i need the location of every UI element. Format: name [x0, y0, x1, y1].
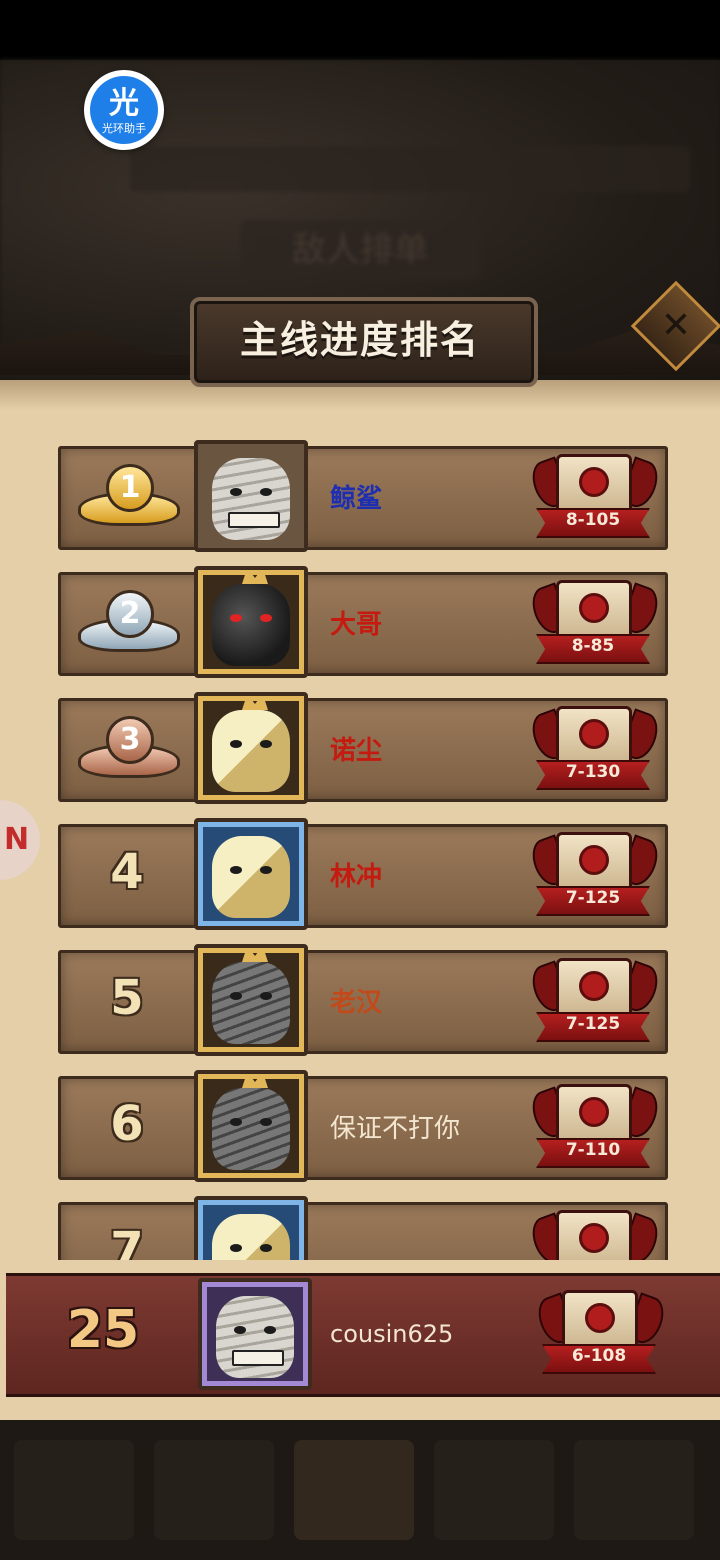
- assistant-logo-glyph: 光: [109, 86, 139, 121]
- ranking-list[interactable]: 1 鲸鲨 8-105 2 大哥 8-85 3 诺尘 7-130 4 林冲 7-125 5 老汉 7-125 6…: [50, 440, 680, 1260]
- crown-icon: [242, 570, 268, 584]
- player-avatar[interactable]: [194, 440, 308, 552]
- nav-tab-1[interactable]: [14, 1440, 134, 1540]
- self-rank-bar: 25 cousin625 6-108: [6, 1273, 720, 1397]
- rank-number: 2: [106, 590, 154, 638]
- leaderboard-row[interactable]: 4 林冲 7-125: [50, 818, 680, 936]
- rank-number: 5: [110, 970, 144, 1026]
- player-avatar[interactable]: [194, 692, 308, 804]
- stage-text: 8-105: [565, 510, 621, 530]
- avatar-face: [216, 1296, 294, 1378]
- stage-text: 7-125: [565, 888, 621, 908]
- stage-badge: 8-105: [526, 454, 664, 546]
- stage-badge: 7-110: [526, 1084, 664, 1176]
- rank-number: 1: [106, 464, 154, 512]
- player-name: 保证不打你: [330, 1114, 461, 1144]
- stage-text: 7-130: [565, 762, 621, 782]
- title-banner: 主线进度排名: [0, 285, 720, 395]
- crown-icon: [242, 1074, 268, 1088]
- rank-number: 4: [110, 844, 144, 900]
- bottom-nav: [0, 1420, 720, 1560]
- bronze-medal-icon: 3: [78, 714, 180, 786]
- self-avatar[interactable]: [198, 1278, 312, 1390]
- crown-icon: [242, 948, 268, 962]
- page-title: 主线进度排名: [239, 318, 480, 362]
- self-stage-badge: 6-108: [532, 1290, 670, 1382]
- leaderboard-row[interactable]: 5 老汉 7-125: [50, 944, 680, 1062]
- stage-badge: 7-130: [526, 706, 664, 798]
- close-icon[interactable]: ✕: [644, 294, 708, 358]
- avatar-face: [212, 458, 290, 540]
- rank-number: 7: [110, 1222, 144, 1260]
- silver-medal-icon: 2: [78, 588, 180, 660]
- stage-badge: 7-125: [526, 958, 664, 1050]
- player-avatar[interactable]: [194, 1196, 308, 1260]
- side-tab-icon: N: [4, 822, 30, 857]
- nav-tab-5[interactable]: [574, 1440, 694, 1540]
- leaderboard-row[interactable]: 3 诺尘 7-130: [50, 692, 680, 810]
- stage-badge: [526, 1210, 664, 1260]
- player-name: 鲸鲨: [330, 484, 383, 514]
- player-name: 老汉: [330, 988, 383, 1018]
- avatar-face: [212, 584, 290, 666]
- rank-number: 3: [106, 716, 154, 764]
- background-resource-bar: [130, 146, 690, 192]
- stage-badge: 8-85: [526, 580, 664, 672]
- self-rank-number: 25: [66, 1300, 140, 1360]
- rank-number: 6: [110, 1096, 144, 1152]
- stage-badge: 7-125: [526, 832, 664, 924]
- avatar-face: [212, 1214, 290, 1260]
- nav-tab-2[interactable]: [154, 1440, 274, 1540]
- player-name: 林冲: [330, 862, 383, 892]
- stage-book-icon: [556, 1210, 632, 1260]
- avatar-face: [212, 836, 290, 918]
- player-name: 诺尘: [330, 736, 383, 766]
- assistant-logo-label: 光环助手: [102, 122, 146, 135]
- gold-medal-icon: 1: [78, 462, 180, 534]
- player-avatar[interactable]: [194, 1070, 308, 1182]
- crown-icon: [242, 696, 268, 710]
- nav-tab-4[interactable]: [434, 1440, 554, 1540]
- leaderboard-row[interactable]: 7: [50, 1196, 680, 1260]
- nav-tab-3[interactable]: [294, 1440, 414, 1540]
- stage-text: 7-110: [565, 1140, 621, 1160]
- player-name: 大哥: [330, 610, 383, 640]
- player-avatar[interactable]: [194, 566, 308, 678]
- avatar-face: [212, 710, 290, 792]
- player-avatar[interactable]: [194, 818, 308, 930]
- assistant-overlay-badge[interactable]: 光 光环助手: [84, 70, 164, 150]
- leaderboard-row[interactable]: 1 鲸鲨 8-105: [50, 440, 680, 558]
- player-avatar[interactable]: [194, 944, 308, 1056]
- stage-text: 7-125: [565, 1014, 621, 1034]
- leaderboard-row[interactable]: 2 大哥 8-85: [50, 566, 680, 684]
- stage-text: 8-85: [571, 636, 615, 656]
- self-player-name: cousin625: [330, 1320, 454, 1348]
- background-title: 敌人排单: [240, 220, 480, 280]
- self-stage-text: 6-108: [571, 1346, 627, 1366]
- avatar-face: [212, 962, 290, 1044]
- status-bar: [0, 0, 720, 60]
- avatar-face: [212, 1088, 290, 1170]
- leaderboard-row[interactable]: 6 保证不打你 7-110: [50, 1070, 680, 1188]
